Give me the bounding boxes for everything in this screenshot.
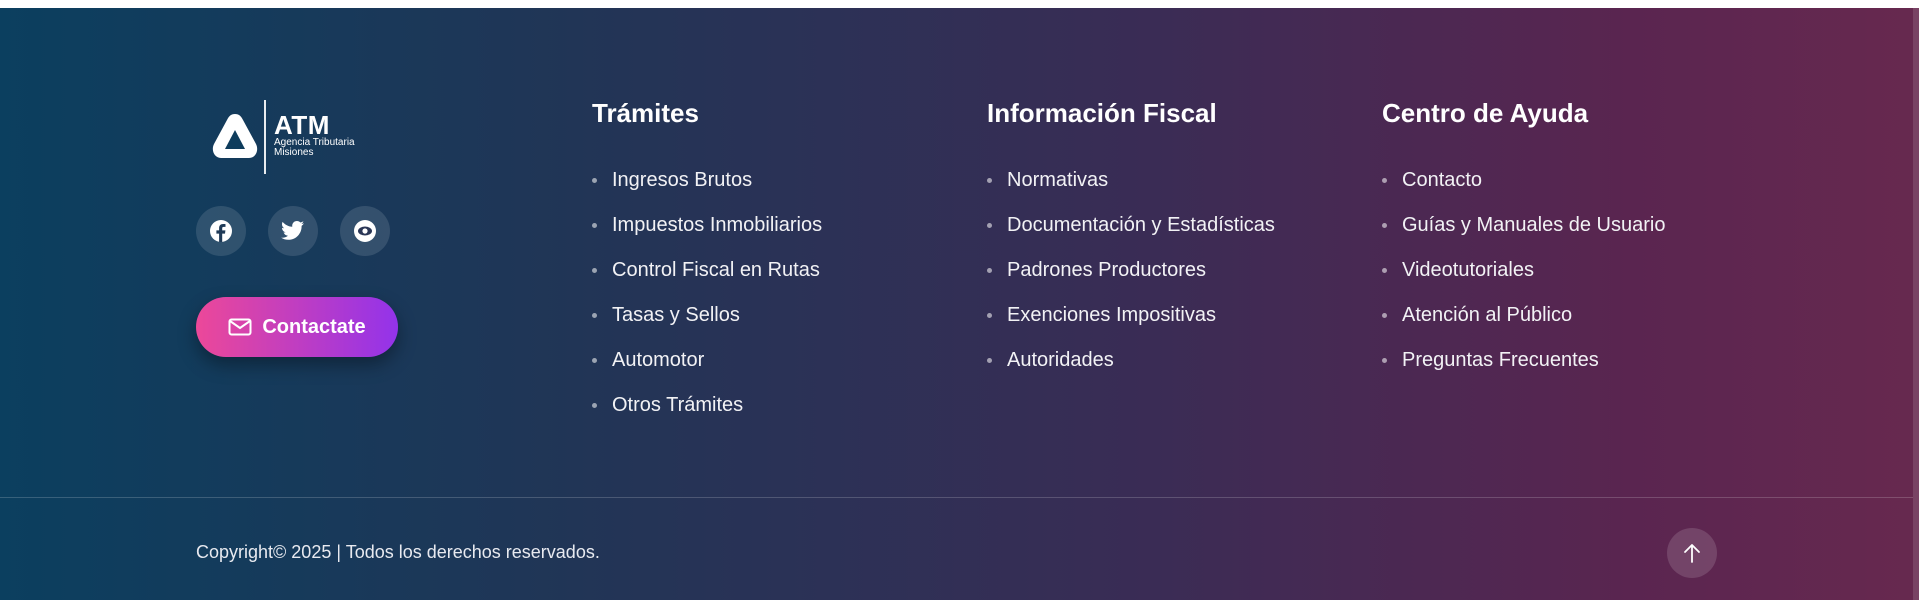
page-scrollbar[interactable] (1913, 8, 1919, 600)
ayuda-heading: Centro de Ayuda (1382, 98, 1589, 128)
twitter-icon (281, 221, 304, 240)
eye-link[interactable] (340, 206, 390, 256)
fiscal-link-normativas[interactable]: Normativas (987, 162, 1367, 207)
ayuda-list: Contacto Guías y Manuales de Usuario Vid… (1382, 162, 1762, 387)
ayuda-link-atencion[interactable]: Atención al Público (1382, 297, 1762, 342)
tramites-list: Ingresos Brutos Impuestos Inmobiliarios … (592, 162, 972, 432)
fiscal-heading: Información Fiscal (987, 98, 1217, 128)
contact-button[interactable]: Contactate (196, 297, 398, 357)
page-top-strip (0, 0, 1919, 8)
social-links (196, 206, 390, 256)
contact-button-label: Contactate (262, 315, 366, 338)
ayuda-link-guias[interactable]: Guías y Manuales de Usuario (1382, 207, 1762, 252)
facebook-link[interactable] (196, 206, 246, 256)
tramites-link-control-fiscal[interactable]: Control Fiscal en Rutas (592, 252, 972, 297)
facebook-icon (210, 220, 232, 242)
logo-subtitle-line2: Misiones (274, 147, 314, 158)
atm-logo-mark-icon (212, 114, 258, 158)
ayuda-link-contacto[interactable]: Contacto (1382, 162, 1762, 207)
tramites-link-impuestos-inmobiliarios[interactable]: Impuestos Inmobiliarios (592, 207, 972, 252)
ayuda-link-preguntas[interactable]: Preguntas Frecuentes (1382, 342, 1762, 387)
site-footer: ATM Agencia Tributaria Misiones Contacta… (0, 8, 1919, 600)
back-to-top-button[interactable] (1667, 528, 1717, 578)
footer-divider (0, 497, 1913, 498)
logo-subtitle: Agencia Tributaria Misiones (274, 138, 374, 158)
twitter-link[interactable] (268, 206, 318, 256)
ayuda-link-videotutoriales[interactable]: Videotutoriales (1382, 252, 1762, 297)
fiscal-link-padrones[interactable]: Padrones Productores (987, 252, 1367, 297)
tramites-link-automotor[interactable]: Automotor (592, 342, 972, 387)
fiscal-link-autoridades[interactable]: Autoridades (987, 342, 1367, 387)
fiscal-link-exenciones[interactable]: Exenciones Impositivas (987, 297, 1367, 342)
tramites-column: Trámites Ingresos Brutos Impuestos Inmob… (592, 96, 972, 432)
tramites-link-ingresos-brutos[interactable]: Ingresos Brutos (592, 162, 972, 207)
tramites-link-otros[interactable]: Otros Trámites (592, 387, 972, 432)
logo-separator (264, 100, 266, 174)
arrow-up-icon (1684, 544, 1700, 563)
fiscal-list: Normativas Documentación y Estadísticas … (987, 162, 1367, 387)
atm-logo[interactable]: ATM Agencia Tributaria Misiones (208, 98, 358, 178)
copyright-text: Copyright© 2025 | Todos los derechos res… (196, 542, 600, 562)
tramites-link-tasas-sellos[interactable]: Tasas y Sellos (592, 297, 972, 342)
ayuda-column: Centro de Ayuda Contacto Guías y Manuale… (1382, 96, 1762, 387)
fiscal-link-documentacion[interactable]: Documentación y Estadísticas (987, 207, 1367, 252)
tramites-heading: Trámites (592, 98, 699, 128)
mail-icon (228, 318, 252, 336)
fiscal-column: Información Fiscal Normativas Documentac… (987, 96, 1367, 387)
eye-icon (354, 220, 376, 242)
